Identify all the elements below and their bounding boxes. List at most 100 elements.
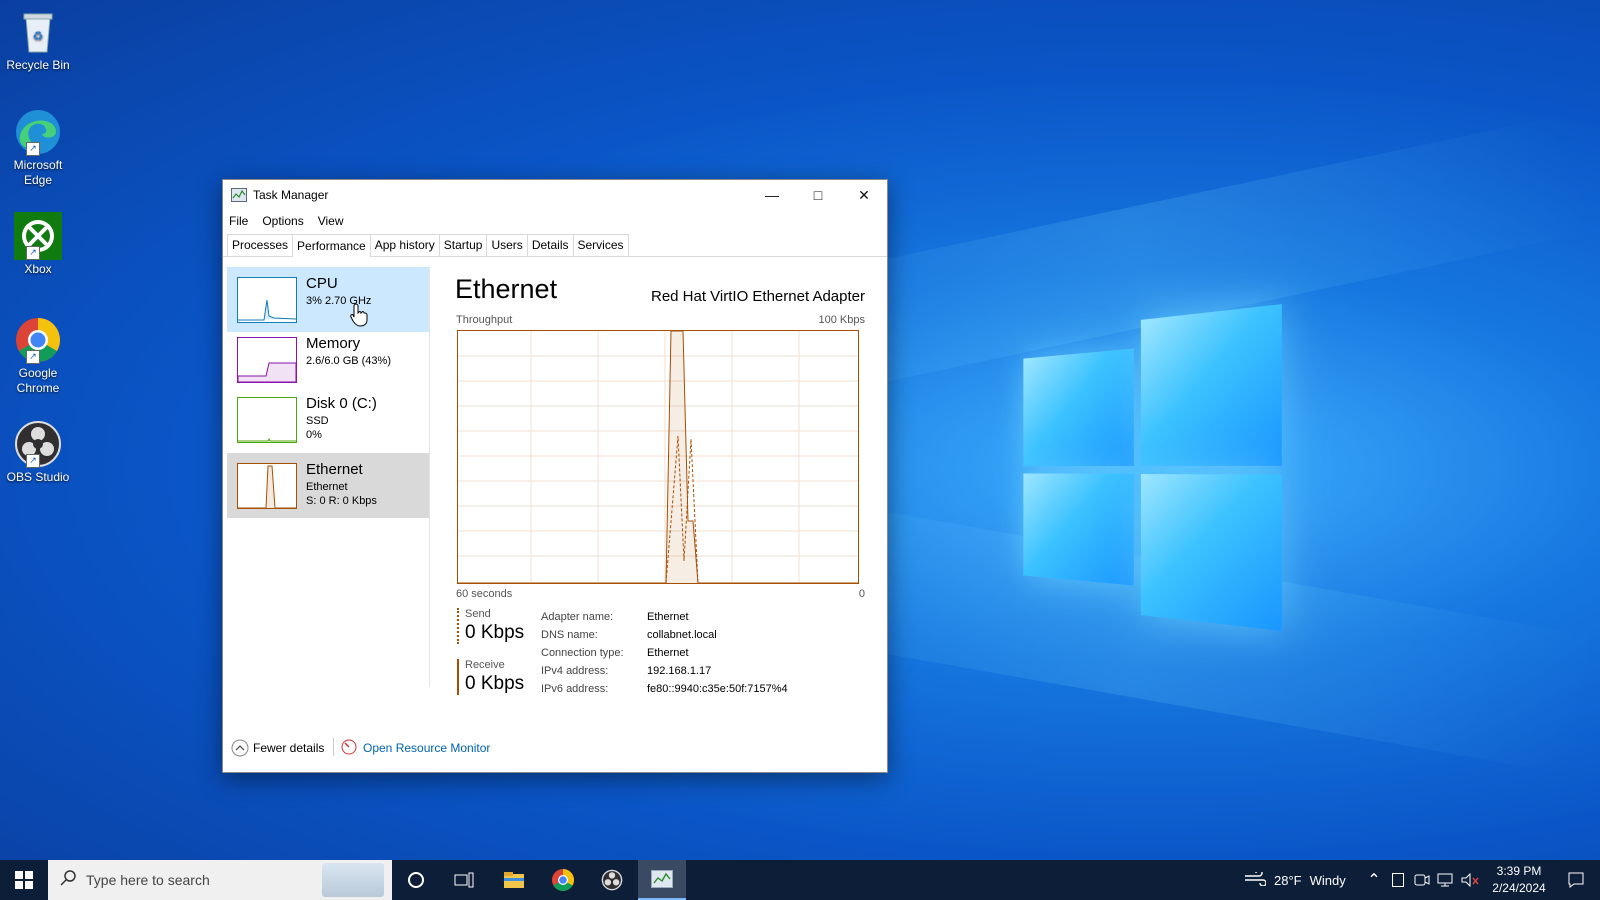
- search-placeholder: Type here to search: [86, 872, 210, 888]
- file-explorer-icon[interactable]: [490, 860, 538, 900]
- desktop-icon-label: Google Chrome: [16, 366, 60, 395]
- send-value: 0 Kbps: [465, 622, 525, 643]
- clock-date: 2/24/2024: [1492, 881, 1546, 895]
- start-button[interactable]: [0, 860, 48, 900]
- title-bar[interactable]: Task Manager — □ ✕: [223, 180, 887, 210]
- desktop-icon-label: OBS Studio: [6, 470, 70, 484]
- sidebar-item-detail-2: 0%: [306, 429, 322, 441]
- edge-icon: ↗: [14, 108, 62, 156]
- sidebar-item-name: CPU: [306, 275, 338, 292]
- chrome-taskbar-icon[interactable]: [539, 860, 587, 900]
- info-value-ipv6: fe80::9940:c35e:50f:7157%4: [647, 683, 788, 695]
- taskbar: Type here to search 28°F Windy ⌃ 3:39 PM: [0, 860, 1600, 900]
- sidebar-item-name: Disk 0 (C:): [306, 395, 377, 412]
- wind-icon: [1244, 868, 1267, 889]
- hand-cursor-icon: [350, 303, 368, 332]
- footer-divider: [333, 738, 334, 756]
- xbox-icon: ↗: [14, 212, 62, 260]
- desktop-icon-obs[interactable]: ↗ OBS Studio: [0, 420, 76, 485]
- tab-app-history[interactable]: App history: [369, 234, 440, 256]
- task-manager-window: Task Manager — □ ✕ File Options View Pro…: [222, 179, 888, 773]
- info-value-dns: collabnet.local: [647, 629, 717, 641]
- search-icon: [60, 869, 76, 891]
- desktop-icon-edge[interactable]: ↗ Microsoft Edge: [0, 108, 76, 188]
- receive-value: 0 Kbps: [465, 673, 525, 694]
- cpu-thumbnail-graph: [237, 277, 297, 323]
- sidebar-item-name: Memory: [306, 335, 361, 352]
- recycle-bin-icon: ♻: [14, 8, 62, 56]
- info-label-ipv4: IPv4 address:: [541, 665, 609, 677]
- notifications-icon[interactable]: [1556, 860, 1596, 900]
- send-label: Send: [465, 608, 491, 620]
- receive-label: Receive: [465, 659, 505, 671]
- desktop-icon-label: Recycle Bin: [6, 58, 70, 72]
- desktop-icon-recycle-bin[interactable]: ♻ Recycle Bin: [0, 8, 76, 73]
- tab-details[interactable]: Details: [526, 234, 574, 256]
- clock[interactable]: 3:39 PM 2/24/2024: [1486, 860, 1552, 900]
- detail-title: Ethernet: [455, 274, 558, 304]
- sidebar-item-detail: Ethernet: [306, 481, 348, 493]
- memory-thumbnail-graph: [237, 337, 297, 383]
- tab-bar: Processes Performance App history Startu…: [223, 232, 887, 257]
- sidebar-item-ethernet[interactable]: Ethernet Ethernet S: 0 R: 0 Kbps: [227, 453, 429, 518]
- meet-now-icon[interactable]: [1410, 860, 1434, 900]
- ethernet-thumbnail-graph: [237, 463, 297, 509]
- window-footer: Fewer details Open Resource Monitor: [223, 728, 887, 772]
- windows-logo: [1023, 304, 1282, 631]
- taskbar-search-box[interactable]: Type here to search: [48, 860, 392, 900]
- tablet-icon[interactable]: [1386, 860, 1410, 900]
- close-button[interactable]: ✕: [841, 180, 887, 210]
- info-value-adapter: Ethernet: [647, 611, 689, 623]
- menu-bar: File Options View: [223, 210, 887, 232]
- fewer-details-button[interactable]: Fewer details: [253, 741, 324, 755]
- adapter-name-heading: Red Hat VirtIO Ethernet Adapter: [650, 288, 865, 305]
- graph-x-left-label: 60 seconds: [456, 588, 513, 600]
- minimize-button[interactable]: —: [749, 180, 795, 210]
- obs-taskbar-icon[interactable]: [588, 860, 636, 900]
- sidebar-item-detail-2: S: 0 R: 0 Kbps: [306, 495, 377, 507]
- receive-stat: Receive 0 Kbps: [457, 659, 535, 695]
- info-value-ipv4: 192.168.1.17: [647, 665, 712, 677]
- chevron-up-icon[interactable]: [231, 739, 249, 760]
- resource-monitor-icon: [341, 739, 357, 758]
- desktop-icon-chrome[interactable]: ↗ Google Chrome: [0, 316, 76, 396]
- sidebar-item-disk[interactable]: Disk 0 (C:) SSD 0%: [227, 387, 429, 452]
- tab-startup[interactable]: Startup: [438, 234, 488, 256]
- menu-view[interactable]: View: [318, 214, 344, 228]
- windows-start-icon: [15, 871, 33, 889]
- weather-text: Windy: [1309, 872, 1346, 888]
- task-manager-taskbar-icon[interactable]: [638, 860, 686, 900]
- send-stat: Send 0 Kbps: [457, 608, 535, 644]
- search-highlight-image: [322, 863, 384, 897]
- resource-sidebar: CPU 3% 2.70 GHz Memory 2.6/6.0 GB (43%) …: [227, 267, 430, 687]
- clock-time: 3:39 PM: [1496, 864, 1542, 878]
- tab-processes[interactable]: Processes: [227, 234, 294, 256]
- network-icon[interactable]: [1434, 860, 1458, 900]
- sidebar-item-memory[interactable]: Memory 2.6/6.0 GB (43%): [227, 327, 429, 392]
- menu-options[interactable]: Options: [262, 214, 303, 228]
- chevron-up-icon[interactable]: ⌃: [1362, 860, 1386, 900]
- tab-services[interactable]: Services: [572, 234, 629, 256]
- sidebar-item-detail: 2.6/6.0 GB (43%): [306, 355, 391, 367]
- cortana-icon[interactable]: [392, 860, 440, 900]
- info-label-ipv6: IPv6 address:: [541, 683, 609, 695]
- volume-muted-icon[interactable]: [1458, 860, 1482, 900]
- sidebar-item-detail: SSD: [306, 415, 329, 427]
- menu-file[interactable]: File: [229, 214, 248, 228]
- weather-temp: 28°F: [1274, 872, 1302, 888]
- disk-thumbnail-graph: [237, 397, 297, 443]
- desktop-icon-xbox[interactable]: ↗ Xbox: [0, 212, 76, 277]
- sidebar-item-name: Ethernet: [306, 461, 363, 478]
- svg-text:♻: ♻: [33, 29, 44, 43]
- graph-x-right-label: 0: [858, 588, 865, 600]
- tab-performance[interactable]: Performance: [292, 234, 371, 257]
- task-view-icon[interactable]: [440, 860, 488, 900]
- tab-users[interactable]: Users: [486, 234, 528, 256]
- open-resource-monitor-link[interactable]: Open Resource Monitor: [363, 741, 490, 755]
- desktop-icon-label: Xbox: [24, 262, 52, 276]
- sidebar-item-cpu[interactable]: CPU 3% 2.70 GHz: [227, 267, 429, 332]
- maximize-button[interactable]: □: [795, 180, 841, 210]
- throughput-graph: [457, 330, 859, 584]
- weather-widget[interactable]: 28°F Windy: [1244, 860, 1346, 900]
- desktop-icon-label: Microsoft Edge: [13, 158, 63, 187]
